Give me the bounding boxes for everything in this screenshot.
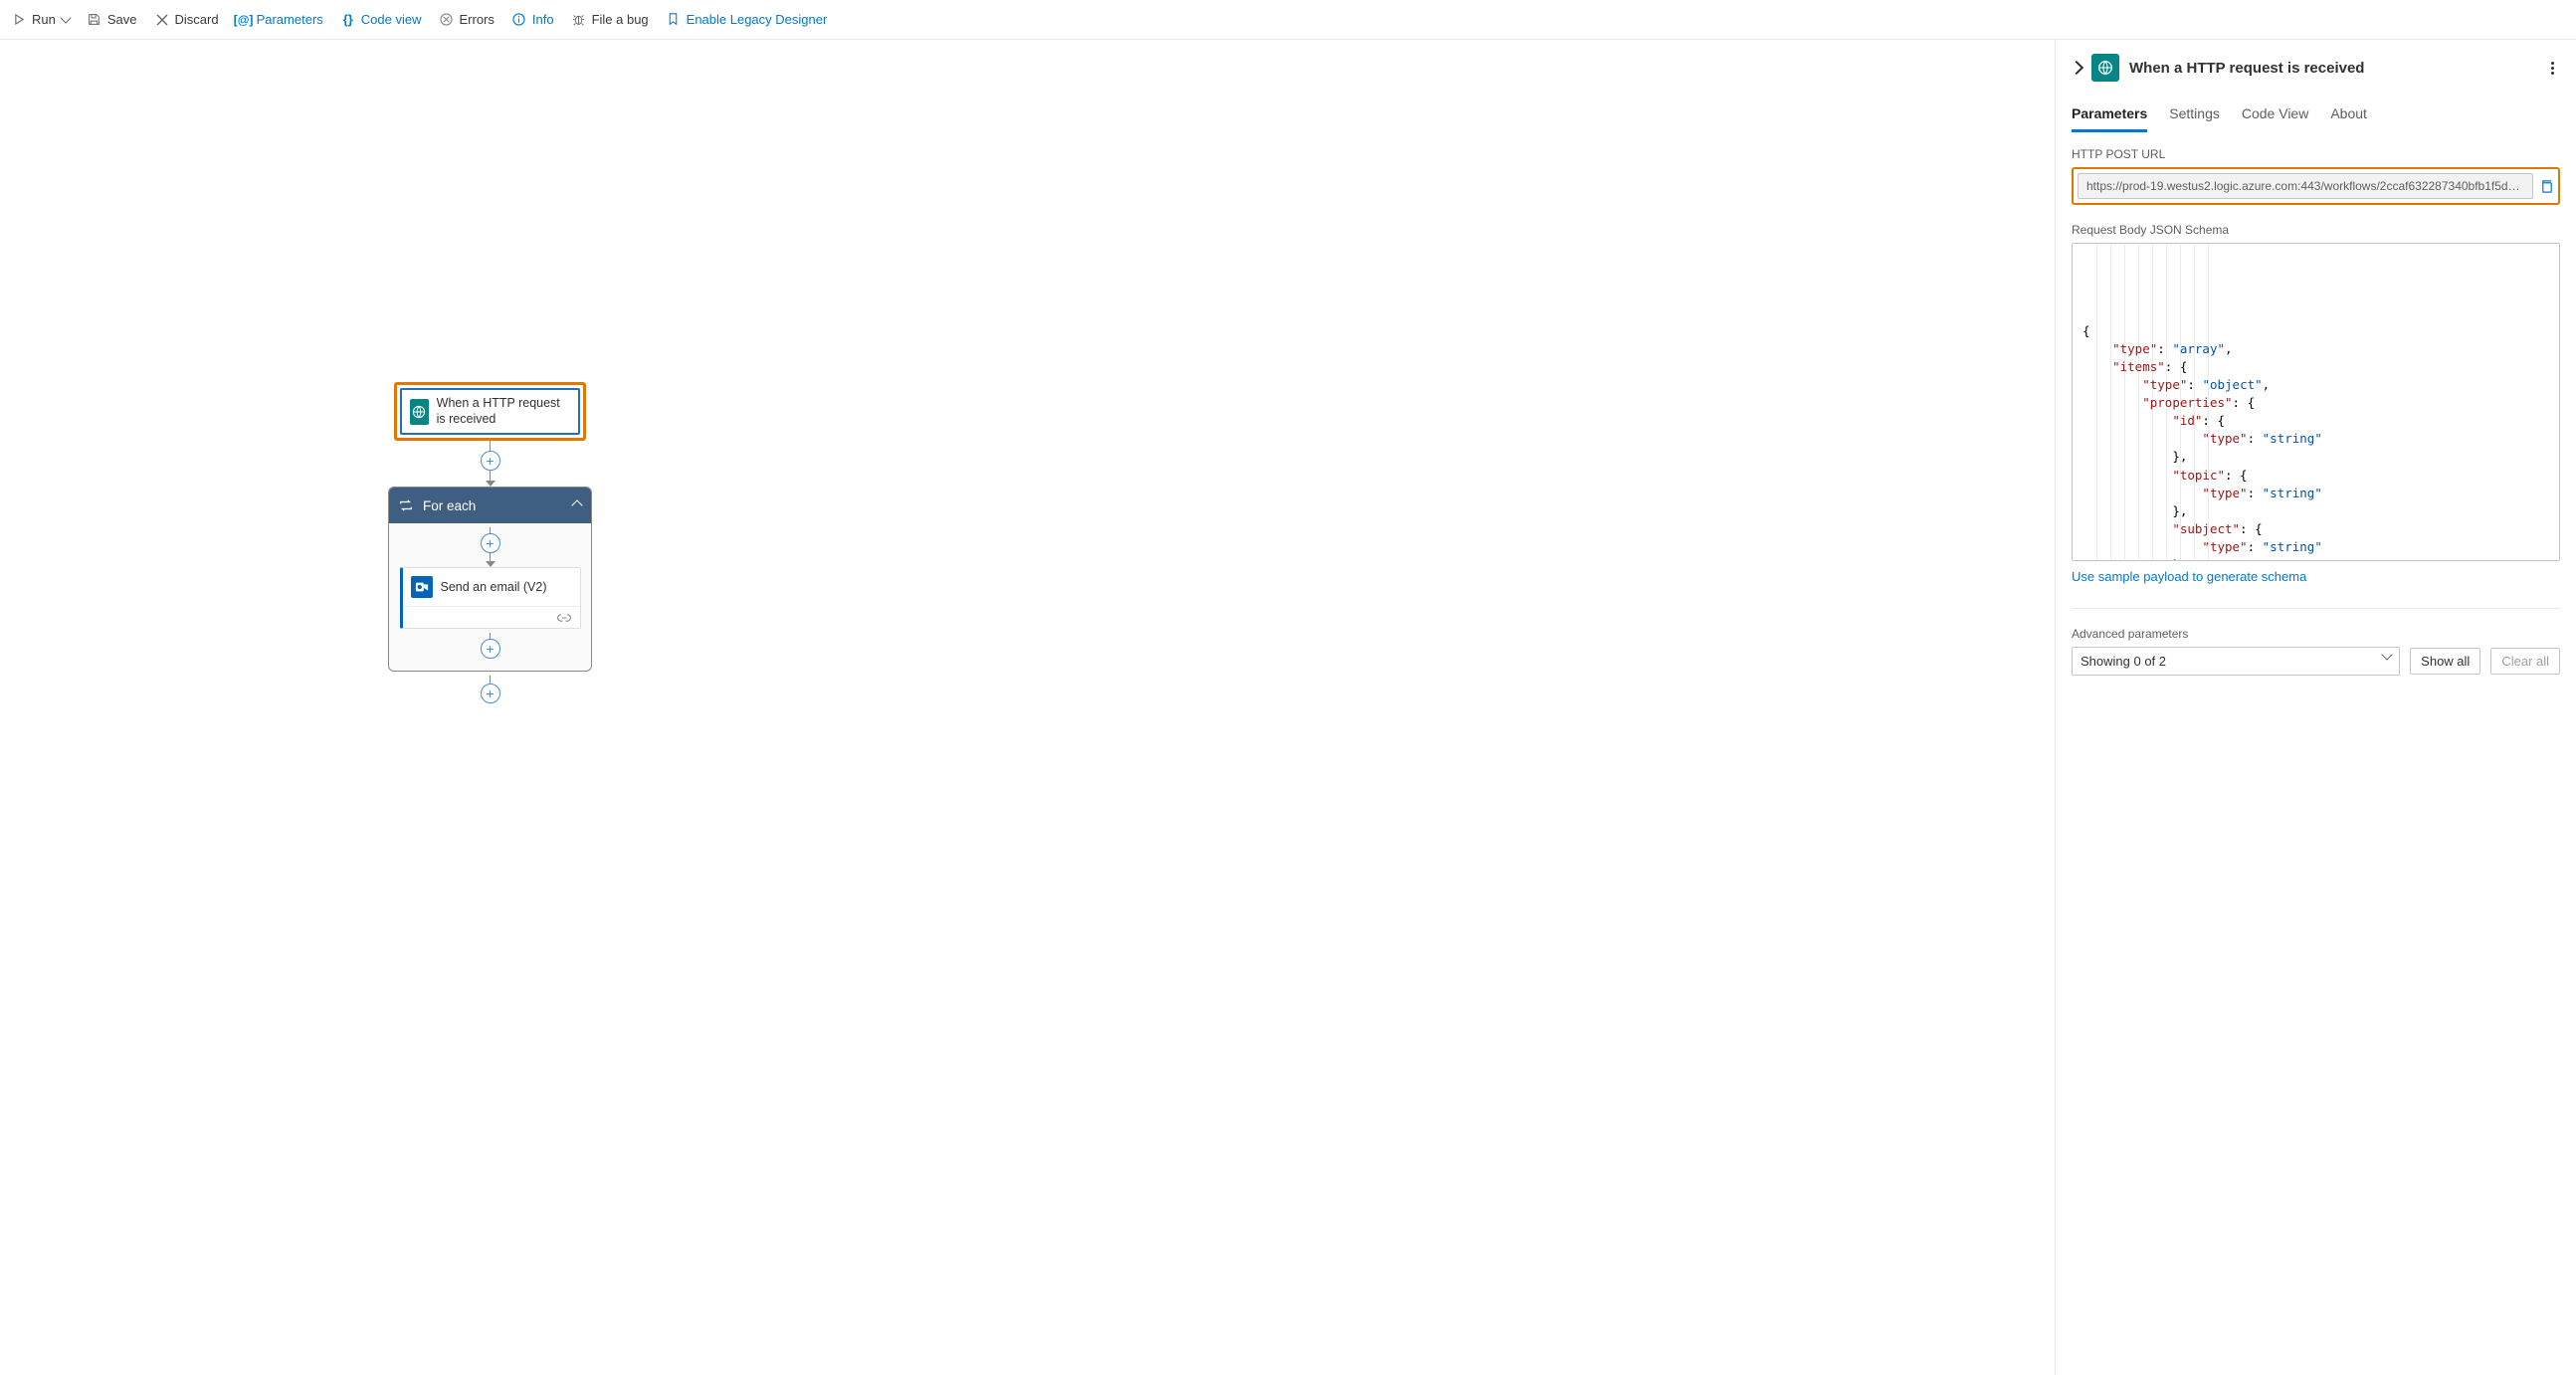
add-step-button-1[interactable]: + xyxy=(481,451,500,471)
add-step-button-4[interactable]: + xyxy=(481,684,500,703)
panel-menu-button[interactable] xyxy=(2544,60,2560,76)
connection-icon[interactable] xyxy=(556,612,572,624)
separator xyxy=(2072,608,2560,609)
bug-icon xyxy=(572,13,586,27)
send-email-footer xyxy=(403,606,580,628)
http-request-icon xyxy=(410,399,429,425)
errors-label: Errors xyxy=(459,12,494,27)
trigger-node[interactable]: When a HTTP request is received xyxy=(400,388,580,435)
foreach-header[interactable]: For each xyxy=(389,488,591,523)
connector-4: + xyxy=(490,676,492,703)
loop-icon xyxy=(399,498,413,512)
info-label: Info xyxy=(532,12,554,27)
copy-url-button[interactable] xyxy=(2539,179,2554,194)
advanced-parameters-label: Advanced parameters xyxy=(2072,627,2560,641)
save-label: Save xyxy=(107,12,137,27)
chevron-down-icon xyxy=(2382,649,2393,660)
panel-title: When a HTTP request is received xyxy=(2129,60,2364,77)
trigger-highlight: When a HTTP request is received xyxy=(394,382,586,441)
toolbar: Run Save Discard [@] Parameters {} Code … xyxy=(0,0,2576,40)
run-label: Run xyxy=(32,12,56,27)
show-all-button[interactable]: Show all xyxy=(2410,648,2480,675)
save-icon xyxy=(88,13,101,27)
file-bug-label: File a bug xyxy=(592,12,649,27)
enable-legacy-label: Enable Legacy Designer xyxy=(687,12,828,27)
designer-canvas[interactable]: When a HTTP request is received + For ea… xyxy=(0,40,2055,1375)
parameters-icon: [@] xyxy=(237,13,251,27)
tab-settings[interactable]: Settings xyxy=(2169,99,2220,132)
tab-code-view[interactable]: Code View xyxy=(2242,99,2308,132)
play-icon xyxy=(12,13,26,27)
url-highlight: https://prod-19.westus2.logic.azure.com:… xyxy=(2072,167,2560,205)
connector-1: + xyxy=(490,441,492,487)
connector-2: + xyxy=(490,527,492,567)
outlook-icon xyxy=(411,576,433,598)
tab-about[interactable]: About xyxy=(2330,99,2367,132)
http-request-icon xyxy=(2091,54,2119,82)
send-email-label: Send an email (V2) xyxy=(441,580,547,594)
advanced-parameters-row: Showing 0 of 2 Show all Clear all xyxy=(2072,647,2560,676)
discard-button[interactable]: Discard xyxy=(155,12,219,27)
panel-header: When a HTTP request is received xyxy=(2056,40,2576,99)
panel-body: HTTP POST URL https://prod-19.westus2.lo… xyxy=(2056,133,2576,1375)
tab-parameters[interactable]: Parameters xyxy=(2072,99,2147,132)
info-button[interactable]: Info xyxy=(512,12,554,27)
clear-all-button[interactable]: Clear all xyxy=(2490,648,2560,675)
foreach-node: For each + Se xyxy=(388,487,592,672)
schema-field-label: Request Body JSON Schema xyxy=(2072,223,2560,237)
error-icon xyxy=(439,13,453,27)
file-bug-button[interactable]: File a bug xyxy=(572,12,649,27)
run-button[interactable]: Run xyxy=(12,12,70,27)
details-panel: When a HTTP request is received Paramete… xyxy=(2055,40,2576,1375)
code-view-button[interactable]: {} Code view xyxy=(341,12,422,27)
add-step-button-2[interactable]: + xyxy=(481,533,500,553)
workflow-flow: When a HTTP request is received + For ea… xyxy=(388,382,592,703)
errors-button[interactable]: Errors xyxy=(439,12,494,27)
chevron-down-icon xyxy=(60,12,71,23)
connector-3: + xyxy=(490,633,492,659)
advanced-select-value: Showing 0 of 2 xyxy=(2081,654,2166,669)
use-sample-payload-link[interactable]: Use sample payload to generate schema xyxy=(2072,569,2306,584)
braces-icon: {} xyxy=(341,13,355,27)
http-post-url-field[interactable]: https://prod-19.westus2.logic.azure.com:… xyxy=(2078,173,2533,199)
discard-label: Discard xyxy=(175,12,219,27)
foreach-body: + Send an email (V2) xyxy=(389,523,591,671)
trigger-label: When a HTTP request is received xyxy=(437,396,570,427)
bookmark-icon xyxy=(667,13,681,27)
advanced-parameters-select[interactable]: Showing 0 of 2 xyxy=(2072,647,2400,676)
json-schema-editor[interactable]: { "type": "array", "items": { "type": "o… xyxy=(2072,243,2560,561)
close-icon xyxy=(155,13,169,27)
main-area: When a HTTP request is received + For ea… xyxy=(0,40,2576,1375)
collapse-panel-button[interactable] xyxy=(2070,61,2083,75)
url-field-label: HTTP POST URL xyxy=(2072,147,2560,161)
parameters-label: Parameters xyxy=(257,12,323,27)
panel-tabs: Parameters Settings Code View About xyxy=(2056,99,2576,133)
chevron-up-icon[interactable] xyxy=(571,500,582,511)
send-email-node[interactable]: Send an email (V2) xyxy=(400,567,581,629)
foreach-label: For each xyxy=(423,498,476,513)
enable-legacy-button[interactable]: Enable Legacy Designer xyxy=(667,12,828,27)
add-step-button-3[interactable]: + xyxy=(481,639,500,659)
parameters-button[interactable]: [@] Parameters xyxy=(237,12,323,27)
code-view-label: Code view xyxy=(361,12,422,27)
info-icon xyxy=(512,13,526,27)
save-button[interactable]: Save xyxy=(88,12,137,27)
